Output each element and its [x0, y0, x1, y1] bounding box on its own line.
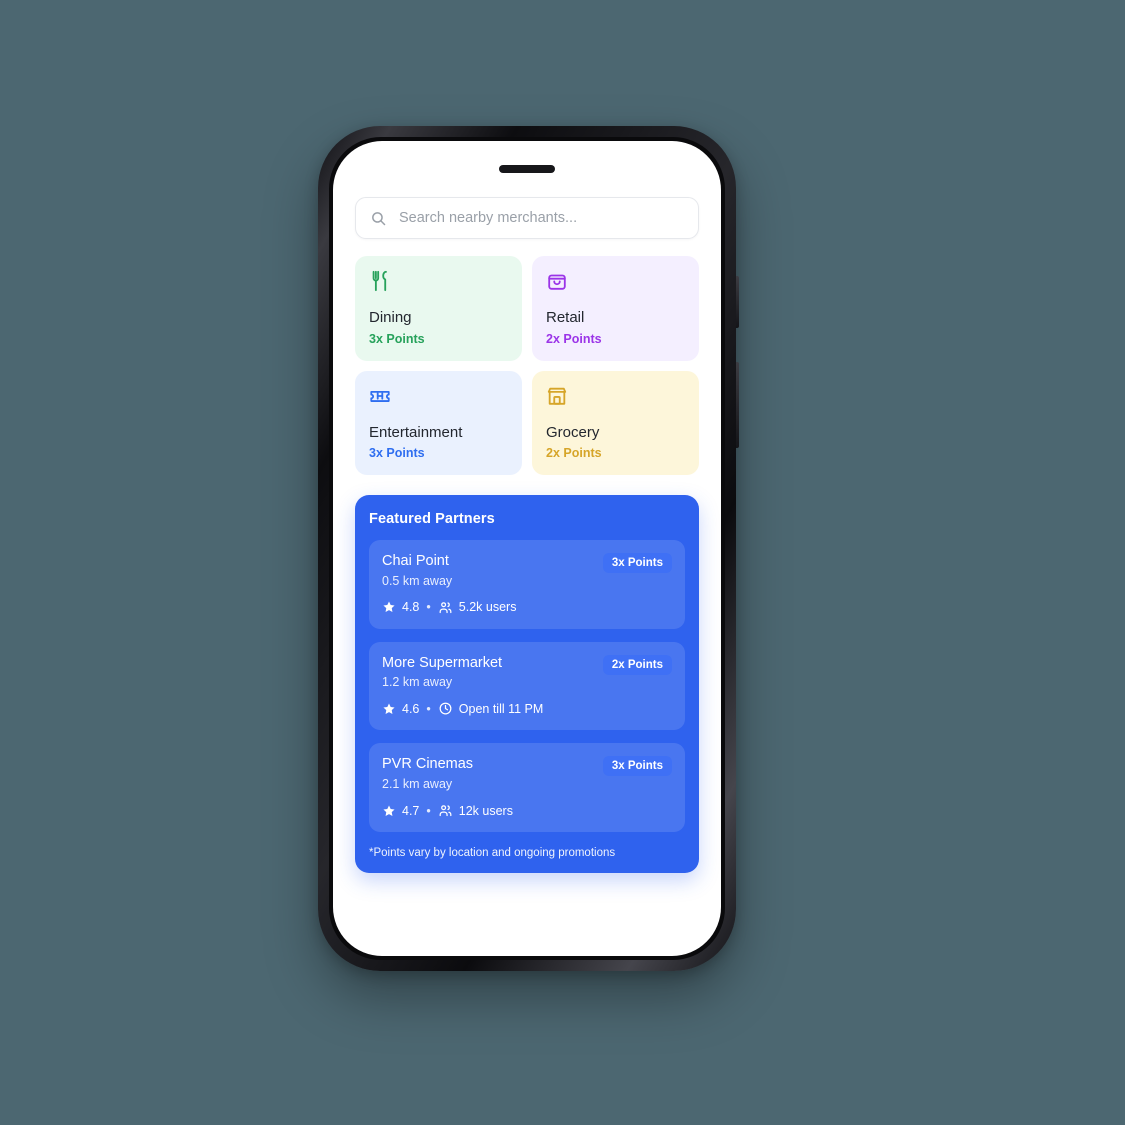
category-points: 3x Points — [369, 331, 425, 346]
partner-detail: 12k users — [438, 803, 513, 818]
partner-distance: 1.2 km away — [382, 675, 453, 690]
meta-separator: • — [426, 600, 431, 615]
star-icon — [382, 600, 396, 614]
partner-meta: 4.7 • 12k users — [382, 803, 672, 818]
phone-frame: Dining 3x Points Retail — [318, 126, 739, 971]
partner-detail: 5.2k users — [438, 600, 517, 615]
category-name: Entertainment — [369, 423, 463, 441]
partner-meta: 4.6 • Open till 11 PM — [382, 701, 672, 716]
power-button[interactable] — [736, 362, 739, 448]
category-name: Dining — [369, 309, 412, 326]
category-card-grocery[interactable]: Grocery 2x Points — [532, 370, 699, 475]
partner-distance: 2.1 km away — [382, 777, 453, 792]
detail-value: Open till 11 PM — [458, 701, 544, 716]
points-badge: 2x Points — [602, 654, 672, 675]
category-card-retail[interactable]: Retail 2x Points — [532, 256, 699, 361]
utensils-icon — [369, 270, 391, 292]
detail-value: 5.2k users — [458, 600, 517, 615]
search-input[interactable] — [399, 210, 684, 226]
app-content: Dining 3x Points Retail — [333, 197, 721, 874]
partner-card-chai-point[interactable]: Chai Point 0.5 km away 3x Points 4.8 • 5… — [369, 540, 685, 629]
phone-screen: Dining 3x Points Retail — [333, 141, 721, 956]
ticket-icon — [369, 385, 391, 407]
meta-separator: • — [426, 701, 431, 716]
volume-up-button[interactable] — [736, 276, 739, 328]
points-badge: 3x Points — [602, 756, 672, 777]
partner-rating: 4.7 — [382, 804, 419, 818]
category-name: Retail — [546, 309, 585, 326]
meta-separator: • — [426, 803, 431, 818]
partner-name: Chai Point — [382, 553, 449, 569]
category-card-dining[interactable]: Dining 3x Points — [355, 256, 522, 361]
featured-partners-title: Featured Partners — [369, 511, 495, 527]
partner-meta: 4.8 • 5.2k users — [382, 600, 672, 615]
search-icon — [370, 210, 387, 227]
users-icon — [438, 600, 453, 615]
category-points: 2x Points — [546, 331, 602, 346]
partner-header: More Supermarket 1.2 km away 2x Points — [382, 654, 672, 690]
clock-icon — [438, 701, 453, 716]
category-points: 2x Points — [546, 446, 602, 460]
partner-distance: 0.5 km away — [382, 573, 453, 588]
phone-bezel: Dining 3x Points Retail — [329, 137, 739, 960]
partner-name: More Supermarket — [382, 654, 503, 671]
points-footnote: *Points vary by location and ongoing pro… — [369, 847, 616, 860]
rating-value: 4.6 — [402, 701, 420, 716]
partner-card-pvr-cinemas[interactable]: PVR Cinemas 2.1 km away 3x Points 4.7 • … — [369, 743, 685, 833]
star-icon — [382, 804, 396, 818]
star-icon — [382, 702, 396, 716]
points-badge: 3x Points — [602, 553, 672, 573]
partner-rating: 4.8 — [382, 600, 419, 614]
detail-value: 12k users — [458, 803, 513, 818]
rating-value: 4.8 — [402, 600, 420, 615]
category-grid: Dining 3x Points Retail 2x Points Entert… — [355, 256, 699, 475]
featured-partners-panel: Featured Partners Chai Point 0.5 km away… — [355, 495, 699, 874]
search-bar[interactable] — [355, 197, 699, 239]
category-name: Grocery — [546, 423, 600, 441]
shopping-bag-icon — [546, 270, 568, 292]
partner-name: PVR Cinemas — [382, 756, 474, 773]
category-points: 3x Points — [369, 446, 425, 460]
partner-rating: 4.6 — [382, 702, 419, 716]
partner-header: Chai Point 0.5 km away 3x Points — [382, 553, 672, 588]
screenshot-canvas: Dining 3x Points Retail — [0, 0, 1125, 1125]
earpiece-speaker — [499, 165, 555, 173]
partner-detail: Open till 11 PM — [438, 701, 544, 716]
category-card-entertainment[interactable]: Entertainment 3x Points — [355, 370, 522, 475]
users-icon — [438, 803, 453, 818]
partner-header: PVR Cinemas 2.1 km away 3x Points — [382, 756, 672, 791]
rating-value: 4.7 — [402, 803, 420, 818]
store-icon — [546, 385, 568, 407]
partner-card-more-supermarket[interactable]: More Supermarket 1.2 km away 2x Points 4… — [369, 641, 685, 731]
